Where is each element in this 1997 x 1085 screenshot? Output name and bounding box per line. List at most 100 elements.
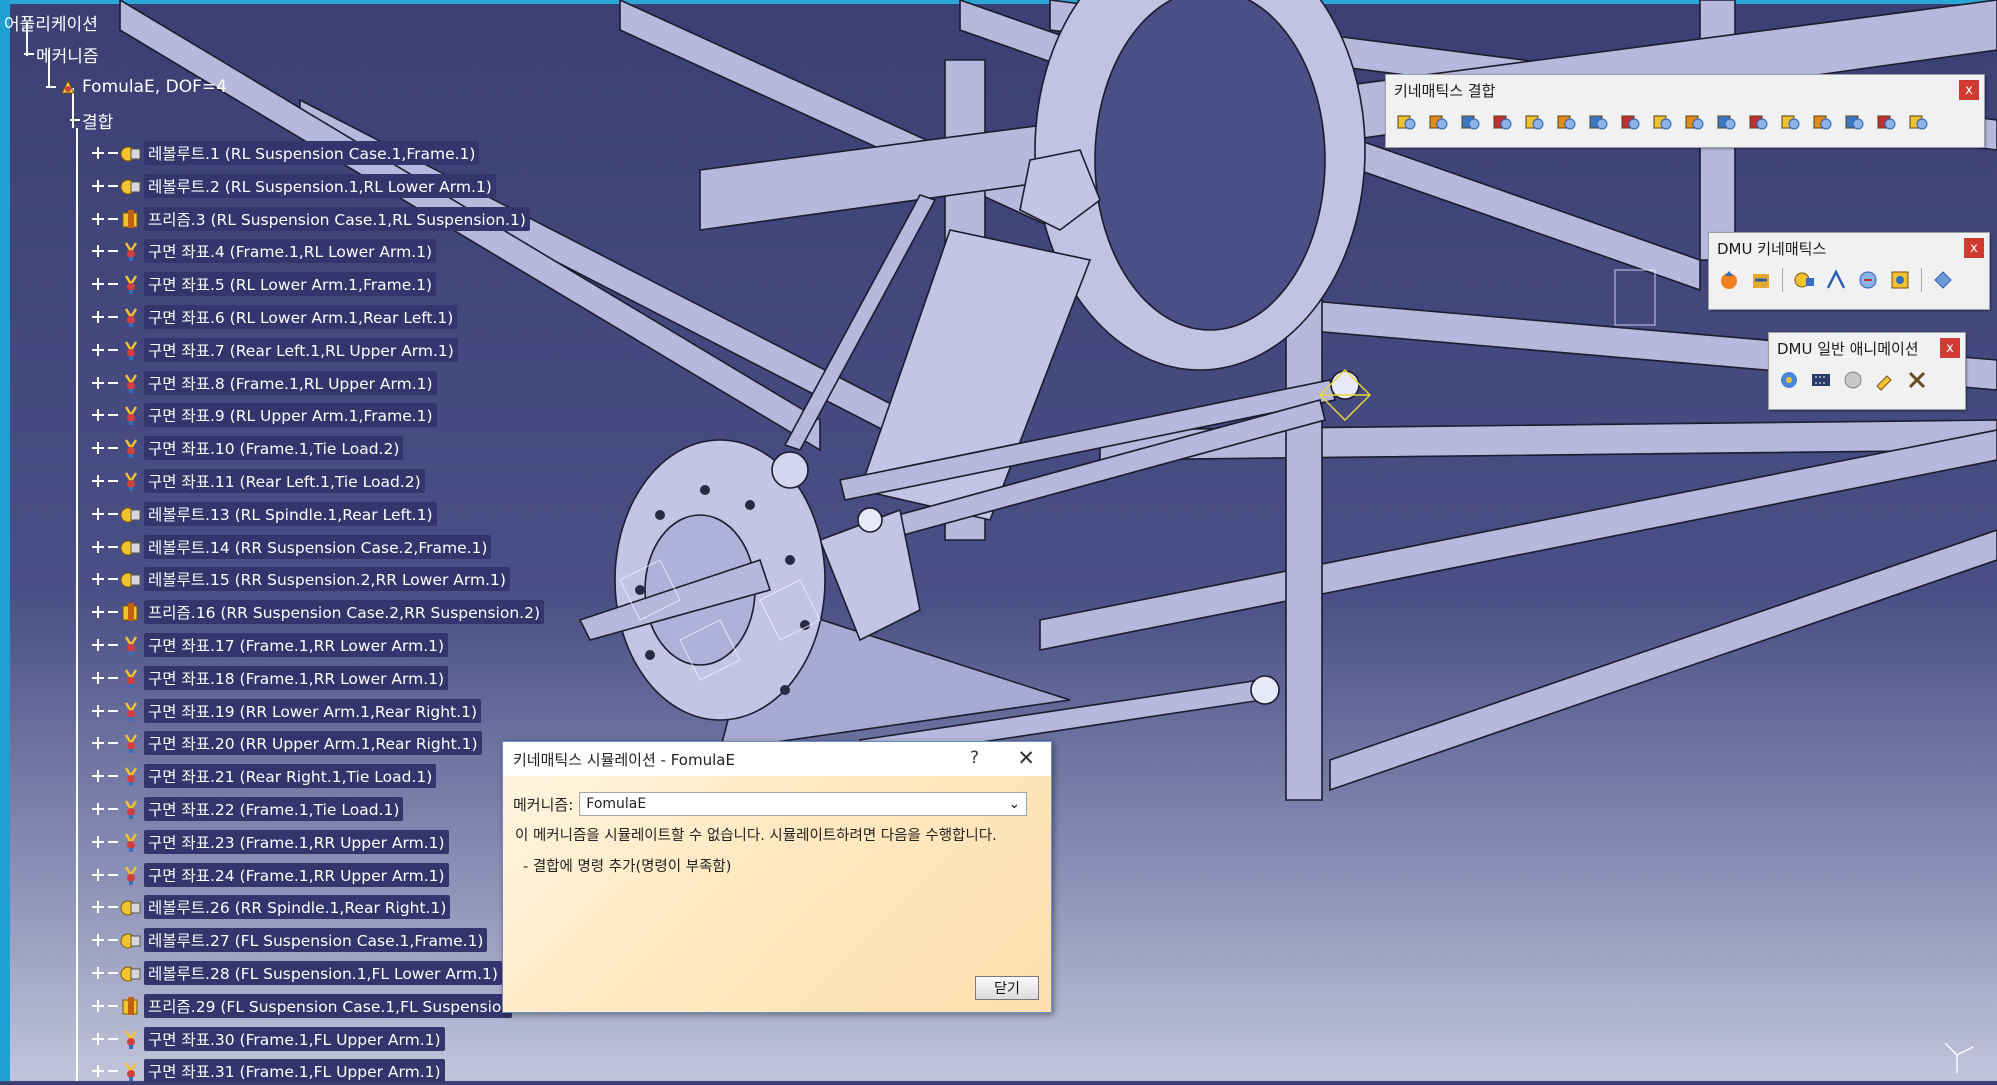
tree-joint-row[interactable]: 레볼루트.28 (FL Suspension.1,FL Lower Arm.1) bbox=[92, 960, 502, 986]
roll-curve-joint-icon[interactable] bbox=[1680, 108, 1708, 136]
tree-joint-row[interactable]: 프리즘.16 (RR Suspension Case.2,RR Suspensi… bbox=[92, 599, 544, 625]
sweep-envelope-icon[interactable] bbox=[1929, 266, 1957, 294]
dmu-kinematics-toolbar[interactable]: DMU 키네매틱스 x bbox=[1708, 232, 1990, 310]
tree-joint-row[interactable]: 구면 좌표.7 (Rear Left.1,RL Upper Arm.1) bbox=[92, 337, 458, 363]
tree-joint-row[interactable]: 구면 좌표.4 (Frame.1,RL Lower Arm.1) bbox=[92, 238, 437, 264]
axis-joint-icon[interactable] bbox=[1904, 108, 1932, 136]
expand-icon[interactable] bbox=[92, 1032, 104, 1045]
tree-root-applications[interactable]: 어플리케이션 bbox=[4, 10, 98, 35]
tree-joint-row[interactable]: 프리즘.3 (RL Suspension Case.1,RL Suspensio… bbox=[92, 206, 530, 232]
tree-joint-row[interactable]: 레볼루트.1 (RL Suspension Case.1,Frame.1) bbox=[92, 140, 480, 166]
expand-icon[interactable] bbox=[92, 573, 104, 586]
close-icon[interactable]: x bbox=[1959, 80, 1979, 100]
tree-joint-row[interactable]: 구면 좌표.31 (Frame.1,FL Upper Arm.1) bbox=[92, 1058, 445, 1084]
tree-joint-row[interactable]: 구면 좌표.22 (Frame.1,Tie Load.1) bbox=[92, 796, 404, 822]
tree-joint-row[interactable]: 구면 좌표.17 (Frame.1,RR Lower Arm.1) bbox=[92, 632, 449, 658]
tree-joint-row[interactable]: 레볼루트.2 (RL Suspension.1,RL Lower Arm.1) bbox=[92, 173, 496, 199]
clash-detection-icon[interactable] bbox=[1839, 366, 1867, 394]
cv-joint-icon[interactable] bbox=[1776, 108, 1804, 136]
expand-icon[interactable] bbox=[92, 901, 104, 914]
tools-icon[interactable] bbox=[1903, 366, 1931, 394]
tree-joint-row[interactable]: 구면 좌표.19 (RR Lower Arm.1,Rear Right.1) bbox=[92, 698, 481, 724]
help-icon[interactable]: ? bbox=[970, 748, 979, 768]
expand-icon[interactable] bbox=[92, 475, 104, 487]
slide-curve-joint-icon[interactable] bbox=[1648, 108, 1676, 136]
simulation-with-laws-icon[interactable] bbox=[1747, 266, 1775, 294]
tree-joint-row[interactable]: 프리즘.29 (FL Suspension Case.1,FL Suspensi… bbox=[92, 993, 512, 1019]
expand-icon[interactable] bbox=[92, 245, 104, 258]
close-icon[interactable]: ✕ bbox=[1017, 746, 1035, 770]
tree-joint-row[interactable]: 구면 좌표.5 (RL Lower Arm.1,Frame.1) bbox=[92, 271, 437, 297]
tree-joint-row[interactable]: 레볼루트.26 (RR Spindle.1,Rear Right.1) bbox=[92, 894, 451, 920]
expand-icon[interactable] bbox=[92, 671, 104, 684]
rack-joint-icon[interactable] bbox=[1840, 108, 1868, 136]
cable-joint-icon[interactable] bbox=[1872, 108, 1900, 136]
expand-icon[interactable] bbox=[92, 704, 104, 717]
expand-icon[interactable] bbox=[92, 737, 104, 750]
kinematics-joints-toolbar[interactable]: 키네매틱스 결합 x bbox=[1385, 74, 1985, 148]
dmu-generic-animation-toolbar[interactable]: DMU 일반 애니메이션 x bbox=[1768, 332, 1966, 410]
expand-icon[interactable] bbox=[92, 868, 104, 881]
tree-node-mechanisms[interactable]: 메커니즘 bbox=[24, 42, 99, 67]
simulation-player-icon[interactable] bbox=[1775, 366, 1803, 394]
expand-icon[interactable] bbox=[92, 442, 104, 455]
speed-acceleration-icon[interactable] bbox=[1822, 266, 1850, 294]
expand-icon[interactable] bbox=[92, 311, 104, 323]
point-curve-joint-icon[interactable] bbox=[1616, 108, 1644, 136]
expand-icon[interactable] bbox=[92, 835, 104, 848]
expand-icon[interactable] bbox=[92, 147, 104, 159]
expand-icon[interactable] bbox=[92, 1065, 104, 1078]
gear-joint-icon[interactable] bbox=[1808, 108, 1836, 136]
expand-icon[interactable] bbox=[92, 507, 104, 520]
mechanism-analysis-icon[interactable] bbox=[1854, 266, 1882, 294]
mechanism-select[interactable]: FomulaE ⌄ bbox=[579, 792, 1028, 816]
simulation-icon[interactable] bbox=[1715, 266, 1743, 294]
tree-joint-row[interactable]: 구면 좌표.6 (RL Lower Arm.1,Rear Left.1) bbox=[92, 304, 458, 330]
assembly-constraints-conversion-icon[interactable] bbox=[1790, 266, 1818, 294]
tree-joint-row[interactable]: 구면 좌표.8 (Frame.1,RL Upper Arm.1) bbox=[92, 370, 437, 396]
expand-icon[interactable] bbox=[92, 934, 104, 947]
close-button[interactable]: 닫기 bbox=[975, 976, 1039, 1000]
tree-joint-row[interactable]: 구면 좌표.11 (Rear Left.1,Tie Load.2) bbox=[92, 468, 425, 494]
revolute-joint-icon[interactable] bbox=[1392, 108, 1420, 136]
spherical-joint-icon[interactable] bbox=[1520, 108, 1548, 136]
tree-joint-row[interactable]: 구면 좌표.20 (RR Upper Arm.1,Rear Right.1) bbox=[92, 730, 482, 756]
dialog-title-bar[interactable]: 키네매틱스 시뮬레이션 - FomulaE ? ✕ bbox=[503, 742, 1051, 776]
tree-joint-row[interactable]: 레볼루트.14 (RR Suspension Case.2,Frame.1) bbox=[92, 534, 492, 560]
close-icon[interactable]: x bbox=[1940, 338, 1960, 358]
point-surface-joint-icon[interactable] bbox=[1712, 108, 1740, 136]
kinematics-simulation-dialog[interactable]: 키네매틱스 시뮬레이션 - FomulaE ? ✕ 메커니즘: FomulaE … bbox=[502, 741, 1052, 1013]
expand-icon[interactable] bbox=[92, 278, 104, 291]
universal-joint-icon[interactable] bbox=[1744, 108, 1772, 136]
tree-node-mechanism[interactable]: FomulaE, DOF=4 bbox=[46, 75, 227, 99]
tree-joint-row[interactable]: 레볼루트.27 (FL Suspension Case.1,Frame.1) bbox=[92, 927, 488, 953]
planar-joint-icon[interactable] bbox=[1552, 108, 1580, 136]
expand-icon[interactable] bbox=[92, 606, 104, 619]
tree-joint-row[interactable]: 레볼루트.15 (RR Suspension.2,RR Lower Arm.1) bbox=[92, 566, 510, 592]
expand-icon[interactable] bbox=[92, 803, 104, 815]
tree-joint-row[interactable]: 구면 좌표.24 (Frame.1,RR Upper Arm.1) bbox=[92, 862, 449, 888]
expand-icon[interactable] bbox=[92, 639, 104, 651]
expand-icon[interactable] bbox=[92, 967, 104, 979]
expand-icon[interactable] bbox=[92, 343, 104, 356]
tree-node-joints[interactable]: 결합 bbox=[70, 108, 113, 133]
expand-icon[interactable] bbox=[92, 409, 104, 422]
prismatic-joint-icon[interactable] bbox=[1424, 108, 1452, 136]
expand-icon[interactable] bbox=[92, 212, 104, 225]
screw-joint-icon[interactable] bbox=[1488, 108, 1516, 136]
rigid-joint-icon[interactable] bbox=[1584, 108, 1612, 136]
tree-joint-row[interactable]: 구면 좌표.21 (Rear Right.1,Tie Load.1) bbox=[92, 763, 437, 789]
tree-joint-row[interactable]: 레볼루트.13 (RL Spindle.1,Rear Left.1) bbox=[92, 501, 437, 527]
tree-joint-row[interactable]: 구면 좌표.18 (Frame.1,RR Lower Arm.1) bbox=[92, 665, 449, 691]
close-icon[interactable]: x bbox=[1964, 238, 1984, 258]
expand-icon[interactable] bbox=[92, 999, 104, 1012]
expand-icon[interactable] bbox=[92, 179, 104, 192]
tree-joint-row[interactable]: 구면 좌표.30 (Frame.1,FL Upper Arm.1) bbox=[92, 1026, 445, 1052]
tree-joint-row[interactable]: 구면 좌표.23 (Frame.1,RR Upper Arm.1) bbox=[92, 829, 449, 855]
expand-icon[interactable] bbox=[92, 376, 104, 389]
expand-icon[interactable] bbox=[92, 770, 104, 783]
expand-icon[interactable] bbox=[92, 540, 104, 553]
compass-axis-icon[interactable] bbox=[1937, 1037, 1983, 1077]
cylindrical-joint-icon[interactable] bbox=[1456, 108, 1484, 136]
sensors-icon[interactable] bbox=[1886, 266, 1914, 294]
